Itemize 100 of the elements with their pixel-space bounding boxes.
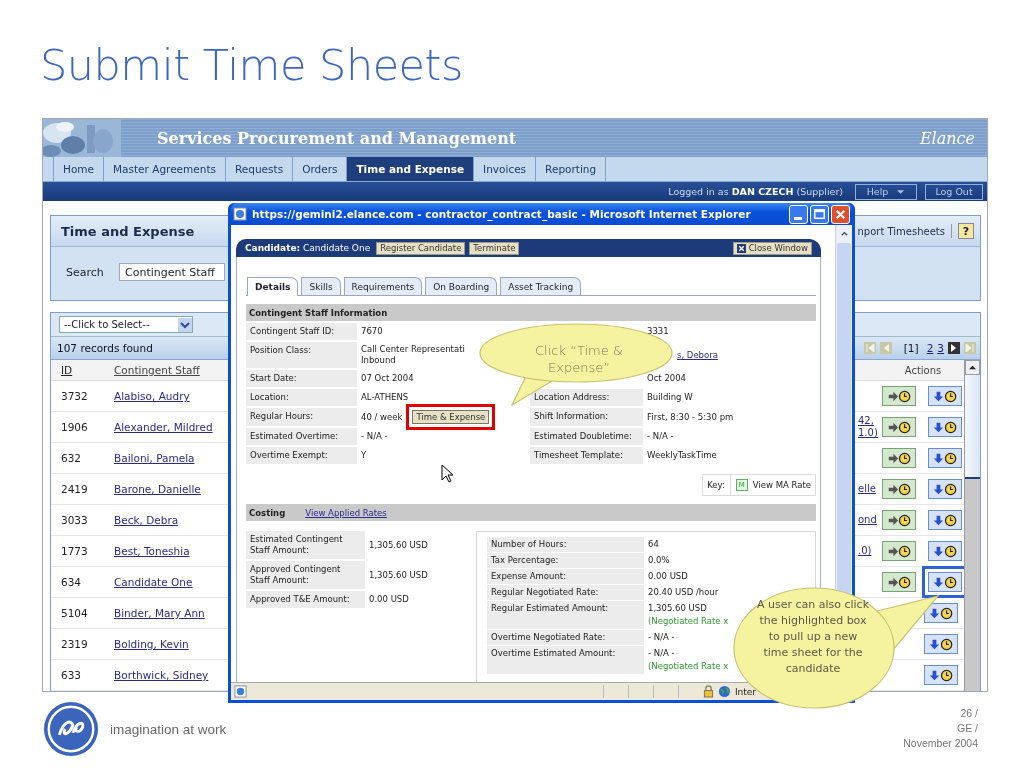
field-label: Regular Hours: bbox=[246, 408, 357, 426]
tab[interactable]: Requirements bbox=[343, 277, 423, 295]
field-label: Tax Percentage: bbox=[487, 553, 644, 568]
field-label: Approved T&E Amount: bbox=[246, 591, 365, 608]
status-zone: Inter bbox=[734, 686, 756, 697]
help-button[interactable]: ? bbox=[958, 223, 974, 239]
slide-title: Submit Time Sheets bbox=[39, 39, 464, 92]
field-value: 40 / week bbox=[361, 411, 403, 423]
record-count: 107 records found bbox=[57, 342, 153, 354]
table-link[interactable]: elle bbox=[858, 483, 878, 495]
staff-link[interactable]: Alabiso, Audry bbox=[114, 390, 190, 402]
table-cell-text: 3033 bbox=[60, 514, 89, 526]
table-cell-text: 632 bbox=[60, 452, 83, 464]
candidate-action-button[interactable]: Register Candidate bbox=[376, 241, 466, 255]
table-cell-text: 1773 bbox=[60, 545, 89, 557]
window-title: https://gemini2.elance.com - contractor_contract_basic - Microsoft Internet Explorer bbox=[252, 208, 751, 220]
field-value: First, 8:30 - 5:30 pm bbox=[647, 411, 734, 423]
field-label: Number of Hours: bbox=[487, 537, 644, 552]
field-label: Shift Information: bbox=[530, 408, 643, 426]
staff-link[interactable]: Alexander, Mildred bbox=[114, 421, 213, 433]
page-link[interactable]: 3 bbox=[937, 342, 944, 354]
time-expense-button[interactable]: Time & Expense bbox=[412, 410, 490, 424]
callout-text: Click “Time & Expense” bbox=[534, 342, 624, 376]
logo: Elance bbox=[919, 128, 975, 148]
field-label: Estimated Overtime: bbox=[246, 428, 357, 445]
field-value: 0.00 USD bbox=[648, 571, 688, 582]
field-value: 1,305.60 USD bbox=[369, 539, 428, 551]
rates-link[interactable]: View Applied Rates bbox=[305, 507, 387, 518]
table-cell-text: 634 bbox=[60, 576, 83, 588]
field-label: Timesheet Template: bbox=[530, 447, 643, 464]
panel-title: Time and Expense bbox=[61, 223, 195, 239]
field-label: Expense Amount: bbox=[487, 569, 644, 584]
column-header[interactable]: ID bbox=[51, 364, 114, 376]
staff-link[interactable]: Borthwick, Sidney bbox=[114, 669, 209, 681]
nav-tab[interactable]: Invoices bbox=[473, 157, 536, 181]
field-value: Call Center Representati Inbound bbox=[361, 344, 465, 366]
tab[interactable]: Details bbox=[247, 277, 299, 296]
field-value: 1,305.60 USD bbox=[648, 603, 707, 614]
field-label: Position Class: bbox=[246, 342, 357, 368]
tab[interactable]: Asset Tracking bbox=[500, 277, 582, 295]
field-value: Building W bbox=[647, 392, 693, 403]
table-link[interactable]: 42, 1.0) bbox=[858, 415, 878, 439]
log-out-button[interactable]: Log Out bbox=[925, 183, 983, 200]
field-label: Start Date: bbox=[246, 370, 357, 387]
staff-link[interactable]: Beck, Debra bbox=[114, 514, 179, 526]
field-value: - N/A - bbox=[648, 648, 675, 659]
table-link[interactable]: .0) bbox=[858, 545, 878, 557]
candidate-name: Candidate: Candidate One bbox=[245, 243, 371, 253]
table-cell-text: 633 bbox=[60, 669, 83, 681]
filter-dropdown[interactable]: --Click to Select-- bbox=[59, 316, 193, 333]
column-header: Actions bbox=[903, 364, 943, 376]
field-label: Estimated Contingent Staff Amount: bbox=[246, 531, 365, 559]
tab[interactable]: On Boarding bbox=[425, 277, 498, 295]
nav-tab[interactable]: Master Agreements bbox=[103, 157, 225, 181]
legend-label: Key: bbox=[707, 480, 725, 490]
search-field[interactable]: Contingent Staff bbox=[119, 263, 225, 281]
field-label: Location: bbox=[246, 389, 357, 406]
table-cell-text: 5104 bbox=[60, 607, 89, 619]
column-header[interactable]: Contingent Staff bbox=[114, 364, 200, 376]
search-label: Search bbox=[66, 265, 105, 279]
field-label: Contingent Staff ID: bbox=[246, 323, 357, 340]
rate-note: (Negotiated Rate x bbox=[648, 616, 729, 627]
nav-tab[interactable]: Time and Expense bbox=[346, 157, 474, 181]
tab[interactable]: Skills bbox=[301, 277, 341, 295]
nav-tab[interactable]: Reporting bbox=[535, 157, 607, 181]
staff-link[interactable]: Candidate One bbox=[114, 576, 193, 588]
field-value: Oct 2004 bbox=[647, 373, 687, 384]
field-value: AL-ATHENS bbox=[361, 392, 409, 403]
staff-link[interactable]: Barone, Danielle bbox=[114, 483, 201, 495]
login-status: Logged in as DAN CZECH (Supplier) bbox=[668, 186, 843, 197]
table-cell-text: 2319 bbox=[60, 638, 89, 650]
field-label: Estimated Doubletime: bbox=[530, 428, 643, 445]
table-link[interactable]: ond bbox=[858, 514, 878, 526]
field-value: - N/A - bbox=[648, 632, 675, 643]
field-value: 07 Oct 2004 bbox=[361, 373, 414, 384]
section-title: Contingent Staff Information bbox=[249, 307, 388, 318]
candidate-action-button[interactable]: Terminate bbox=[469, 241, 520, 255]
section-title: Costing bbox=[249, 507, 286, 518]
page-link[interactable]: [1] bbox=[903, 342, 919, 354]
field-link[interactable]: s, Debora bbox=[677, 349, 718, 361]
field-value: 1,305.60 USD bbox=[369, 569, 428, 581]
staff-link[interactable]: Bailoni, Pamela bbox=[114, 452, 195, 464]
field-value: 0.00 USD bbox=[369, 594, 409, 605]
field-label: Overtime Exempt: bbox=[246, 447, 357, 464]
tagline: imagination at work bbox=[110, 722, 227, 737]
help-menu-button[interactable]: Help bbox=[855, 183, 917, 200]
legend-text: View MA Rate bbox=[752, 480, 811, 490]
staff-link[interactable]: Best, Toneshia bbox=[114, 545, 190, 557]
staff-link[interactable]: Binder, Mary Ann bbox=[114, 607, 205, 619]
field-value: 0.0% bbox=[648, 555, 670, 566]
field-label: Regular Negotiated Rate: bbox=[487, 585, 644, 600]
close-window-button[interactable]: Close Window bbox=[732, 241, 812, 255]
nav-tab[interactable]: Home bbox=[53, 157, 103, 181]
company-name: GE / bbox=[957, 721, 978, 736]
page-link[interactable]: 2 bbox=[926, 342, 934, 354]
field-value: 3331 bbox=[647, 326, 669, 337]
table-cell-text: 3732 bbox=[60, 390, 89, 402]
staff-link[interactable]: Bolding, Kevin bbox=[114, 638, 189, 650]
nav-tab[interactable]: Requests bbox=[225, 157, 293, 181]
import-link[interactable]: nport Timesheets bbox=[857, 225, 945, 237]
